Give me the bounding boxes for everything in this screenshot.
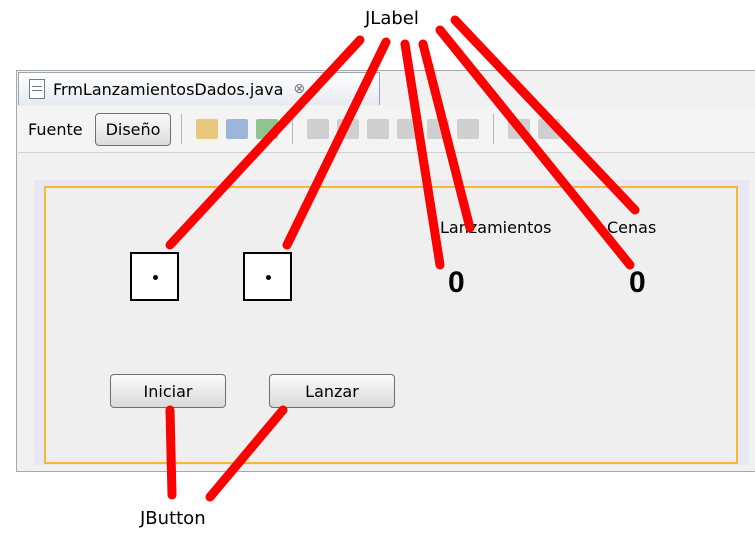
jbutton-annotation: JButton — [140, 508, 206, 529]
pointer-line-dice-two — [282, 37, 391, 250]
pointer-line-cenas-label — [450, 15, 640, 215]
annotation-lines — [165, 15, 640, 502]
pointer-line-dice-one — [165, 35, 365, 250]
pointer-line-start-button — [165, 405, 177, 500]
pointer-line-throw-button — [205, 405, 288, 502]
